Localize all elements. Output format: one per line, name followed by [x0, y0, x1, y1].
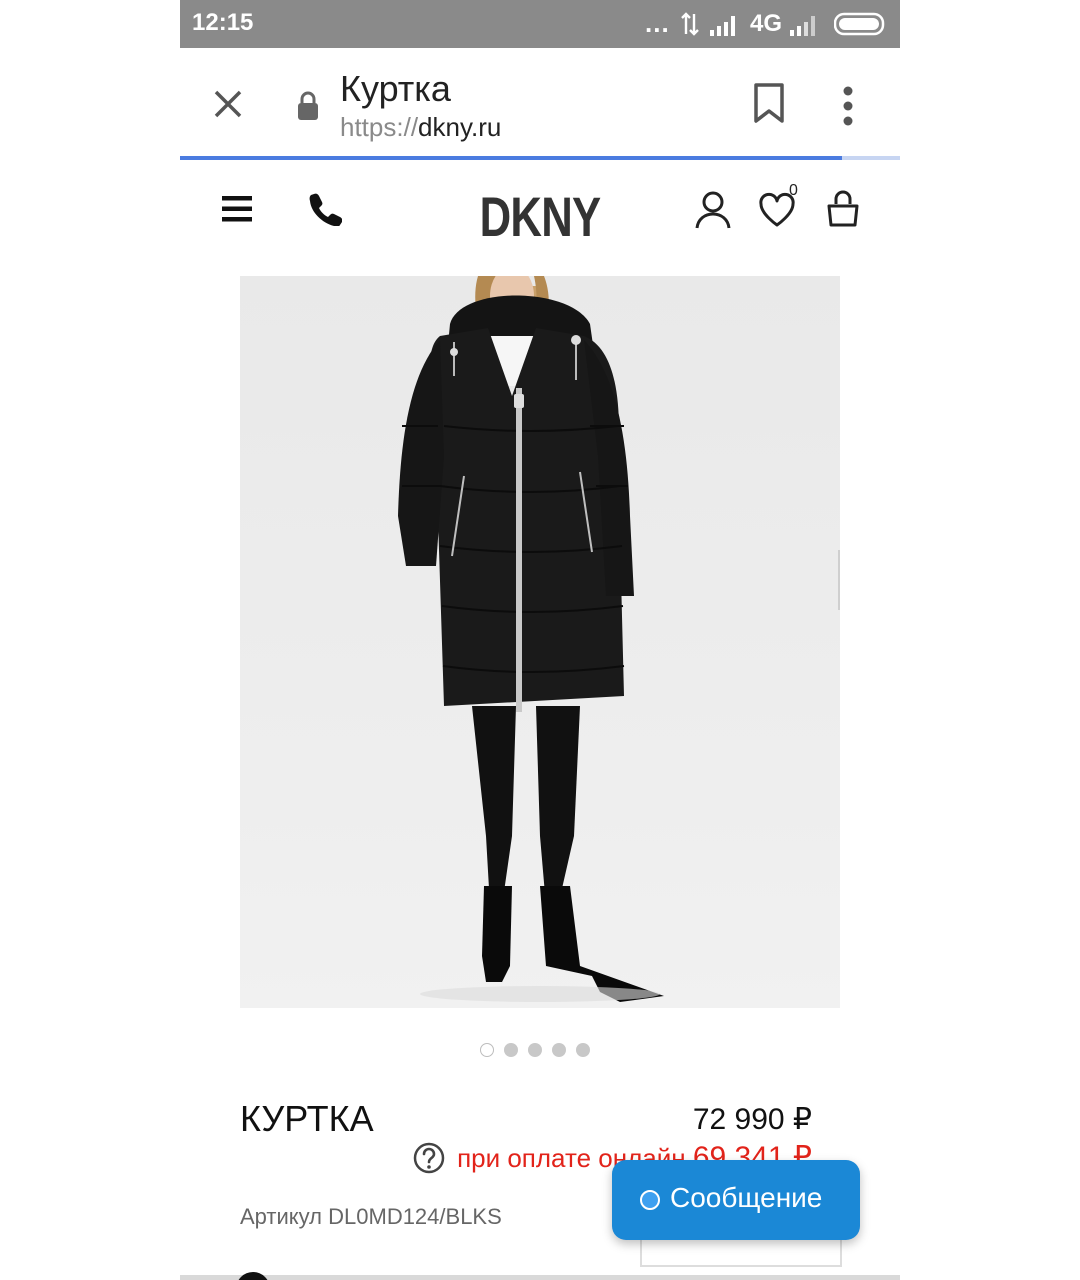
product-image[interactable]: [240, 276, 840, 1008]
help-question-icon[interactable]: [413, 1142, 445, 1174]
carousel-dot[interactable]: [480, 1043, 494, 1057]
wishlist-count-badge: 0: [789, 182, 798, 199]
status-bar: 12:15 ... 4G: [180, 0, 900, 48]
carousel-dot[interactable]: [576, 1043, 590, 1057]
account-icon[interactable]: [694, 190, 732, 230]
chat-status-icon: [640, 1190, 660, 1210]
site-logo[interactable]: DKNY: [259, 184, 821, 249]
product-price: 72 990 ₽: [692, 1103, 812, 1136]
product-name: КУРТКА: [240, 1098, 374, 1139]
url-host: dkny.ru: [418, 112, 502, 142]
signal-icon: [710, 16, 735, 36]
bottom-divider: [180, 1275, 900, 1280]
shopping-bag-icon[interactable]: [826, 190, 860, 228]
image-scrollbar[interactable]: [838, 550, 840, 610]
carousel-dot[interactable]: [552, 1043, 566, 1057]
battery-icon: [834, 12, 885, 36]
product-article: Артикул DL0MD124/BLKS: [240, 1204, 502, 1229]
chat-button-label: Сообщение: [670, 1182, 823, 1213]
status-more-icon: ...: [645, 8, 670, 38]
chat-message-button[interactable]: Сообщение: [612, 1160, 860, 1240]
carousel-dot[interactable]: [504, 1043, 518, 1057]
menu-icon[interactable]: [222, 196, 252, 222]
page-title: Куртка: [340, 68, 451, 109]
bookmark-icon[interactable]: [752, 82, 786, 124]
more-menu-icon[interactable]: [842, 86, 854, 126]
url-field[interactable]: https://dkny.ru: [340, 112, 501, 143]
status-time: 12:15: [192, 9, 254, 36]
product-photo-illustration: [398, 276, 664, 1002]
signal-secondary-icon: [790, 16, 815, 36]
browser-toolbar: Куртка https://dkny.ru: [180, 48, 900, 156]
network-type: 4G: [750, 10, 783, 37]
scroll-top-icon[interactable]: [236, 1272, 270, 1280]
phone-screen: 12:15 ... 4G Куртка https://dkny.ru DKNY…: [180, 0, 900, 1280]
close-tab-icon[interactable]: [210, 86, 246, 122]
data-transfer-icon: [681, 12, 699, 36]
url-scheme: https://: [340, 112, 419, 142]
site-header: DKNY 0: [180, 160, 900, 270]
lock-icon[interactable]: [296, 91, 320, 121]
carousel-dot[interactable]: [528, 1043, 542, 1057]
